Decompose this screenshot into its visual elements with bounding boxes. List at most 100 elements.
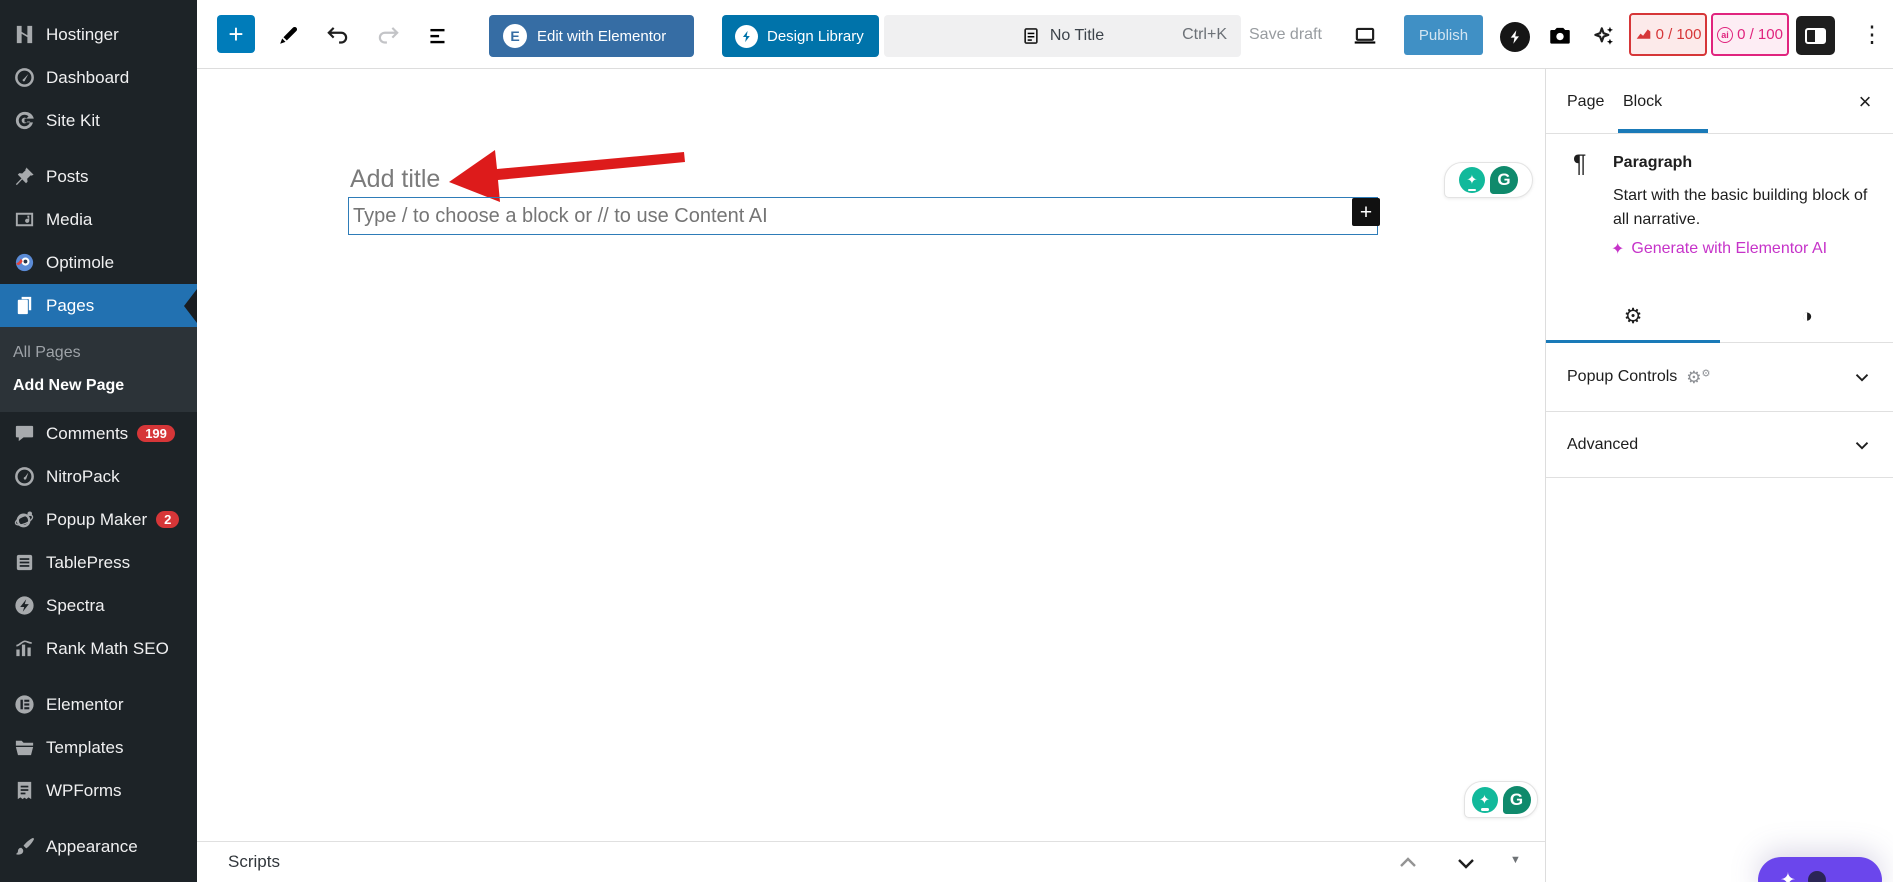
submenu-item-add-new-page[interactable]: Add New Page bbox=[0, 369, 197, 402]
sidebar-item-wpforms[interactable]: WPForms bbox=[0, 769, 197, 812]
document-overview-button[interactable] bbox=[420, 18, 456, 54]
sidebar-item-label: TablePress bbox=[46, 552, 131, 572]
sidebar-item-label: Appearance bbox=[46, 836, 138, 856]
panel-title: Advanced bbox=[1567, 435, 1639, 453]
sidebar-item-templates[interactable]: Templates bbox=[0, 726, 197, 769]
comments-count-badge: 199 bbox=[137, 425, 175, 442]
publish-button[interactable]: Publish bbox=[1404, 15, 1483, 55]
paragraph-block-placeholder[interactable]: Type / to choose a block or // to use Co… bbox=[348, 197, 1378, 235]
sidebar-item-rank-math[interactable]: Rank Math SEO bbox=[0, 627, 197, 670]
sidebar-item-label: Hostinger bbox=[46, 24, 119, 44]
settings-sidebar-toggle[interactable] bbox=[1796, 16, 1835, 55]
redo-icon bbox=[378, 27, 399, 44]
scripts-move-down-button[interactable] bbox=[1451, 848, 1481, 878]
tab-styles-halfmoon[interactable]: ◑ bbox=[1720, 290, 1893, 343]
sidebar-item-nitropack[interactable]: NitroPack bbox=[0, 455, 197, 498]
appearance-icon bbox=[11, 834, 37, 860]
sidebar-item-posts[interactable]: Posts bbox=[0, 155, 197, 198]
scripts-expand-caret[interactable]: ▼ bbox=[1510, 854, 1521, 866]
grammarly-widget-bottom[interactable]: ✦ G bbox=[1464, 781, 1538, 818]
list-view-icon bbox=[430, 28, 445, 44]
chevron-down-icon bbox=[1851, 434, 1873, 456]
sidebar-item-media[interactable]: Media bbox=[0, 198, 197, 241]
post-title-placeholder[interactable]: Add title bbox=[350, 165, 440, 194]
templates-icon bbox=[11, 735, 37, 761]
rank-math-chart-icon bbox=[1636, 29, 1650, 39]
pages-icon bbox=[11, 293, 37, 319]
tab-block[interactable]: Block bbox=[1623, 69, 1662, 134]
sidebar-item-spectra[interactable]: Spectra bbox=[0, 584, 197, 627]
design-library-label: Design Library bbox=[767, 27, 864, 45]
floating-ai-button[interactable]: ✦ bbox=[1758, 857, 1882, 882]
sidebar-item-popup-maker[interactable]: Popup Maker 2 bbox=[0, 498, 197, 541]
submenu-item-all-pages[interactable]: All Pages bbox=[0, 336, 197, 369]
sidebar-item-label: Site Kit bbox=[46, 110, 100, 130]
preview-button[interactable] bbox=[1347, 18, 1383, 54]
grammarly-g-icon: G bbox=[1502, 785, 1531, 814]
settings-styles-tabs: ⚙ ◑ bbox=[1546, 290, 1893, 343]
ai-link-label: Generate with Elementor AI bbox=[1631, 240, 1828, 257]
sidebar-item-label: Posts bbox=[46, 166, 89, 186]
editor-canvas: Add title Type / to choose a block or //… bbox=[197, 69, 1545, 882]
chevron-down-icon bbox=[1851, 366, 1873, 388]
rank-math-score-badge[interactable]: 0 / 100 bbox=[1629, 13, 1707, 56]
sidebar-item-optimole[interactable]: Optimole bbox=[0, 241, 197, 284]
comments-icon bbox=[11, 421, 37, 447]
redo-button[interactable] bbox=[370, 18, 406, 54]
sidebar-item-label: WPForms bbox=[46, 780, 122, 800]
wp-admin-sidebar: Hostinger Dashboard Site Kit Posts Media… bbox=[0, 0, 197, 882]
sidebar-separator bbox=[0, 142, 197, 155]
nitropack-icon bbox=[11, 464, 37, 490]
ai-assistant-button[interactable] bbox=[1586, 18, 1622, 54]
sidebar-item-appearance[interactable]: Appearance bbox=[0, 825, 197, 868]
edit-with-elementor-label: Edit with Elementor bbox=[537, 27, 667, 45]
advanced-panel-header[interactable]: Advanced bbox=[1546, 412, 1893, 478]
grammarly-widget-top[interactable]: ✦ G bbox=[1444, 162, 1533, 198]
screenshot-button[interactable] bbox=[1542, 18, 1578, 54]
sidebar-item-label: Templates bbox=[46, 737, 124, 757]
popup-maker-count-badge: 2 bbox=[156, 511, 180, 528]
options-menu-button[interactable]: ⋮ bbox=[1854, 16, 1890, 52]
block-inserter-button[interactable]: + bbox=[217, 15, 255, 53]
sidebar-item-elementor[interactable]: Elementor bbox=[0, 683, 197, 726]
block-name: Paragraph bbox=[1613, 154, 1693, 171]
pages-submenu: All Pages Add New Page bbox=[0, 327, 197, 412]
sitekit-icon bbox=[11, 108, 37, 134]
tab-page[interactable]: Page bbox=[1567, 69, 1604, 134]
undo-button[interactable] bbox=[320, 18, 356, 54]
sidebar-item-pages[interactable]: Pages bbox=[0, 284, 197, 327]
sidebar-item-tablepress[interactable]: TablePress bbox=[0, 541, 197, 584]
tab-settings-gear[interactable]: ⚙ bbox=[1546, 290, 1720, 343]
command-bar[interactable]: No Title Ctrl+K bbox=[884, 15, 1241, 57]
sidebar-item-dashboard[interactable]: Dashboard bbox=[0, 56, 197, 99]
sidebar-item-site-kit[interactable]: Site Kit bbox=[0, 99, 197, 142]
block-description: Start with the basic building block of a… bbox=[1613, 187, 1868, 228]
generate-with-elementor-ai-link[interactable]: ✦ Generate with Elementor AI bbox=[1611, 239, 1827, 259]
panel-title: Popup Controls bbox=[1567, 368, 1678, 385]
save-draft-button[interactable]: Save draft bbox=[1249, 0, 1322, 69]
pencil-icon bbox=[280, 26, 298, 44]
content-ai-score: 0 / 100 bbox=[1737, 26, 1783, 43]
block-append-button[interactable]: + bbox=[1352, 198, 1380, 226]
sidebar-item-label: Rank Math SEO bbox=[46, 638, 169, 658]
popup-maker-icon bbox=[11, 507, 37, 533]
sidebar-columns-icon bbox=[1805, 27, 1826, 44]
sidebar-item-label: Comments bbox=[46, 423, 129, 443]
sidebar-item-label: Media bbox=[46, 209, 93, 229]
popup-controls-panel-header[interactable]: Popup Controls ⚙⚙ bbox=[1546, 343, 1893, 412]
sidebar-item-hostinger[interactable]: Hostinger bbox=[0, 13, 197, 56]
sidebar-item-comments[interactable]: Comments 199 bbox=[0, 412, 197, 455]
sidebar-item-label: Spectra bbox=[46, 595, 105, 615]
design-library-button[interactable]: Design Library bbox=[722, 15, 879, 57]
scripts-move-up-button[interactable] bbox=[1393, 848, 1423, 878]
content-ai-score-badge[interactable]: ai 0 / 100 bbox=[1711, 13, 1789, 56]
submenu-item-label: Add New Page bbox=[13, 376, 125, 394]
edit-with-elementor-button[interactable]: E Edit with Elementor bbox=[489, 15, 694, 57]
rank-math-icon bbox=[11, 636, 37, 662]
spectra-toolbar-button[interactable] bbox=[1500, 22, 1530, 52]
close-sidebar-button[interactable]: × bbox=[1849, 86, 1881, 118]
sidebar-item-label: Popup Maker bbox=[46, 509, 148, 529]
camera-icon bbox=[1550, 27, 1570, 44]
paragraph-block-icon: ¶ bbox=[1573, 150, 1587, 178]
tools-pencil-button[interactable] bbox=[270, 18, 306, 54]
